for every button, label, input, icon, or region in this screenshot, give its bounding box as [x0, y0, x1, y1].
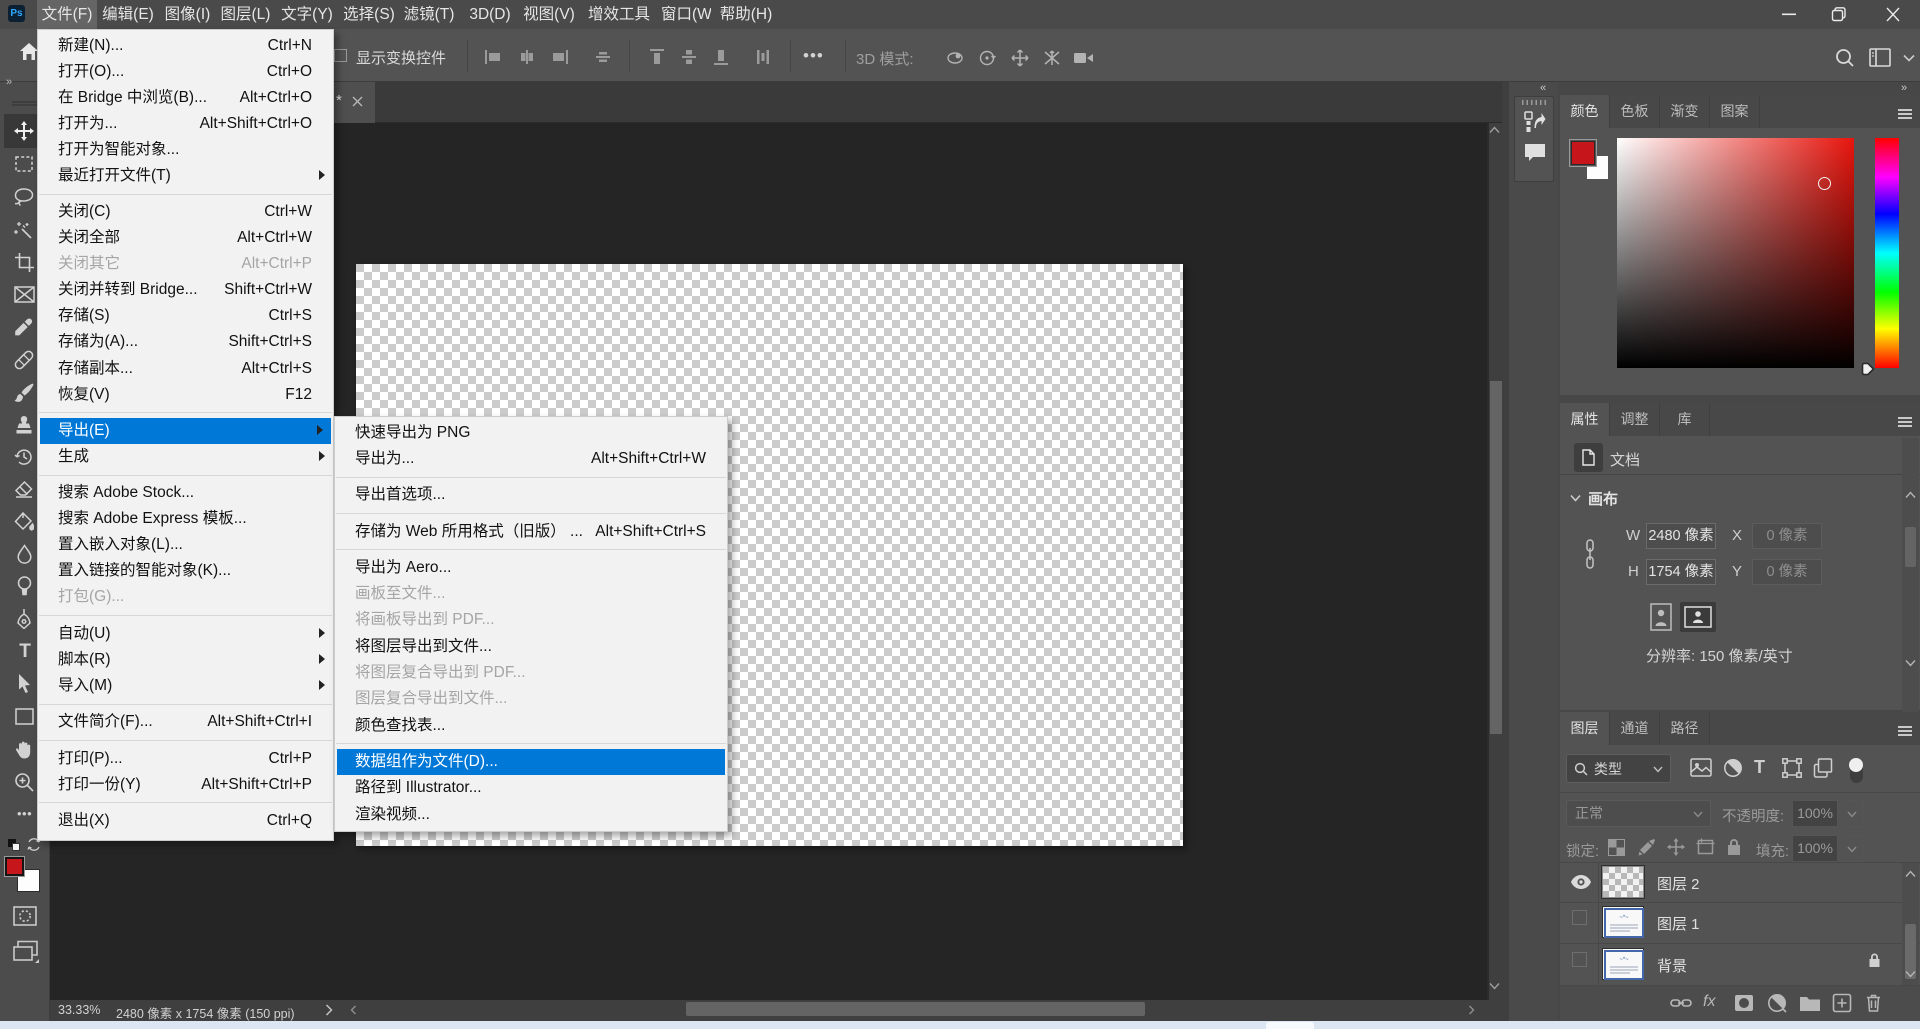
- svg-text:~*~: ~*~: [1619, 957, 1629, 963]
- svg-text:~*~: ~*~: [1619, 915, 1629, 921]
